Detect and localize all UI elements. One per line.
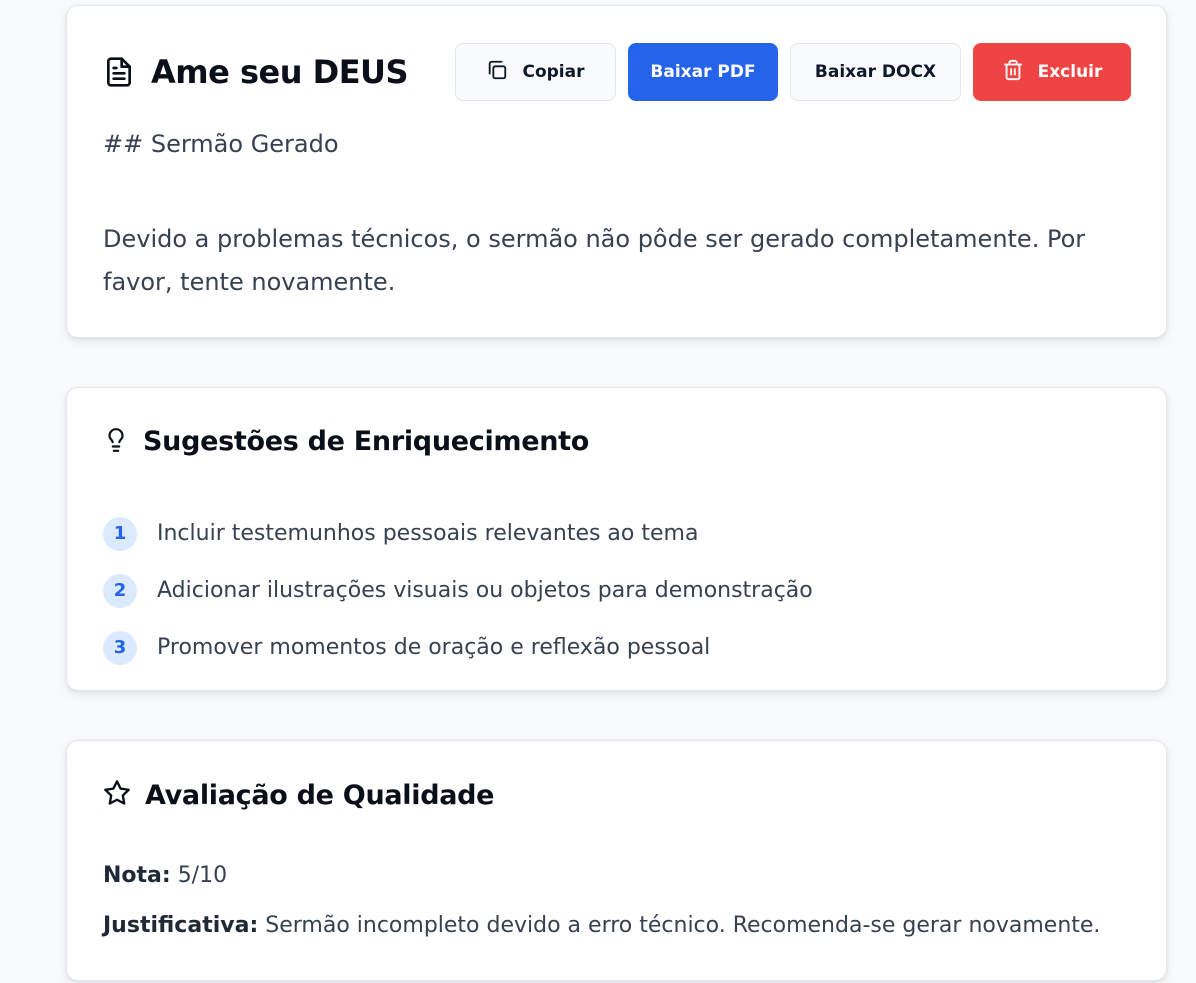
lightbulb-icon: [103, 427, 129, 457]
delete-button[interactable]: Excluir: [973, 43, 1131, 101]
quality-justification-row: Justificativa: Sermão incompleto devido …: [103, 913, 1100, 938]
download-docx-button[interactable]: Baixar DOCX: [790, 43, 961, 101]
action-toolbar: Copiar Baixar PDF Baixar DOCX Excluir: [455, 42, 1131, 102]
sermon-header: Ame seu DEUS Copiar Baixar PDF Baixar DO…: [103, 42, 1131, 102]
delete-button-label: Excluir: [1037, 62, 1103, 82]
sermon-title: Ame seu DEUS: [151, 53, 409, 91]
quality-title: Avaliação de Qualidade: [145, 779, 495, 811]
sermon-title-group: Ame seu DEUS: [103, 42, 409, 102]
download-pdf-button[interactable]: Baixar PDF: [628, 43, 778, 101]
suggestion-text: Incluir testemunhos pessoais relevantes …: [157, 521, 699, 546]
copy-button[interactable]: Copiar: [455, 43, 616, 101]
sermon-body: Devido a problemas técnicos, o sermão nã…: [103, 225, 1086, 296]
suggestions-card: Sugestões de Enriquecimento 1 Incluir te…: [66, 387, 1167, 691]
item-number-badge: 2: [103, 573, 137, 608]
score-value: 5/10: [177, 863, 228, 888]
list-item: 3 Promover momentos de oração e reflexão…: [103, 619, 813, 676]
download-docx-label: Baixar DOCX: [814, 62, 937, 82]
suggestions-header: Sugestões de Enriquecimento: [103, 426, 589, 457]
suggestion-text: Adicionar ilustrações visuais ou objetos…: [157, 578, 813, 603]
suggestion-text: Promover momentos de oração e reflexão p…: [157, 635, 711, 660]
star-icon: [103, 779, 131, 811]
quality-score-row: Nota: 5/10: [103, 863, 227, 888]
copy-icon: [486, 59, 508, 86]
suggestions-list: 1 Incluir testemunhos pessoais relevante…: [103, 505, 813, 676]
document-icon: [103, 56, 135, 88]
list-item: 1 Incluir testemunhos pessoais relevante…: [103, 505, 813, 562]
suggestions-title: Sugestões de Enriquecimento: [143, 426, 590, 457]
trash-icon: [1002, 59, 1024, 86]
item-number-badge: 1: [103, 516, 137, 551]
sermon-card: Ame seu DEUS Copiar Baixar PDF Baixar DO…: [66, 5, 1167, 338]
justification-label: Justificativa:: [103, 913, 259, 938]
quality-header: Avaliação de Qualidade: [103, 779, 494, 811]
sermon-heading: ## Sermão Gerado: [103, 130, 339, 158]
copy-button-label: Copiar: [522, 62, 585, 82]
quality-card: Avaliação de Qualidade Nota: 5/10 Justif…: [66, 740, 1167, 981]
download-pdf-label: Baixar PDF: [650, 62, 756, 82]
justification-value: Sermão incompleto devido a erro técnico.…: [265, 913, 1101, 938]
list-item: 2 Adicionar ilustrações visuais ou objet…: [103, 562, 813, 619]
item-number-badge: 3: [103, 630, 137, 665]
score-label: Nota:: [103, 863, 171, 888]
